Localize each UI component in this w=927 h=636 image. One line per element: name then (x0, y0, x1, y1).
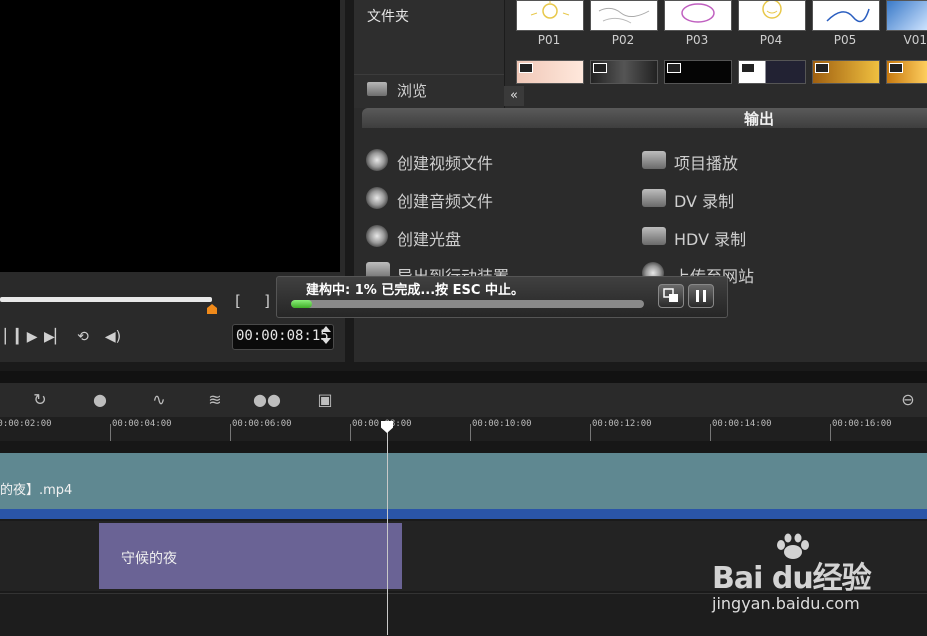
video-thumbnail[interactable] (590, 60, 658, 84)
video-thumbnail[interactable] (886, 60, 927, 84)
create-video-file-item[interactable]: 创建视频文件 (397, 150, 493, 174)
browse-icon (367, 82, 387, 96)
ruler-tick-label: 00:00:10:00 (472, 419, 532, 429)
create-audio-file-item[interactable]: 创建音频文件 (397, 188, 493, 212)
output-header (362, 108, 927, 128)
collapse-library-button[interactable]: « (504, 86, 524, 106)
ruler-tick (110, 424, 111, 441)
output-title: 输出 (744, 110, 775, 128)
ruler-tick-label: 00:00:14:00 (712, 419, 772, 429)
next-frame-icon[interactable]: ▎▶ (16, 327, 38, 347)
auto-music-icon[interactable]: ≋ (203, 389, 227, 411)
ruler-tick (230, 424, 231, 441)
film-icon (593, 63, 607, 73)
video-thumbnail[interactable] (738, 60, 806, 84)
ruler-tick-label: 00:00:06:00 (232, 419, 292, 429)
thumbnail-label: V01 (903, 33, 927, 47)
film-icon (815, 63, 829, 73)
video-thumbnail[interactable] (516, 60, 584, 84)
video-clip-label: 的夜】.mp4 (0, 483, 73, 498)
thumbnail-label: P04 (759, 33, 783, 47)
mark-in-button[interactable]: [ (233, 292, 242, 310)
timecode-up-arrow-icon[interactable] (321, 326, 331, 332)
repeat-icon[interactable]: ⟲ (73, 327, 93, 347)
audio-disc-icon (366, 187, 388, 209)
create-disc-item[interactable]: 创建光盘 (397, 226, 461, 250)
browse-label[interactable]: 浏览 (397, 80, 427, 101)
subtitle-editor-icon[interactable]: ▣ (313, 389, 337, 411)
thumbnail-label: P02 (611, 33, 635, 47)
progress-bar-fill (291, 300, 313, 308)
preview-scrubber[interactable] (0, 297, 212, 302)
thumbnail-p05[interactable] (812, 0, 880, 31)
camcorder-icon (642, 227, 666, 245)
ruler-tick (470, 424, 471, 441)
hdv-record-item[interactable]: HDV 录制 (674, 226, 746, 250)
pause-button[interactable] (688, 284, 714, 308)
watermark-brand: Bai du经验 (712, 561, 872, 596)
film-icon (667, 63, 681, 73)
thumbnail-p01[interactable] (516, 0, 584, 31)
ruler-tick-label: 00:00:02:00 (0, 419, 52, 429)
progress-bar (291, 300, 644, 308)
audio-mixer-icon[interactable]: ∿ (147, 389, 171, 411)
ruler-tick (710, 424, 711, 441)
zoom-out-icon[interactable]: ⊖ (896, 389, 920, 411)
film-icon (741, 63, 755, 73)
ruler-tick-label: 00:00:12:00 (592, 419, 652, 429)
timecode-value: 00:00:08:15 (236, 328, 329, 344)
record-capture-icon[interactable]: ● (88, 389, 112, 411)
timeline-toolbar (0, 383, 927, 417)
dv-record-item[interactable]: DV 录制 (674, 188, 734, 212)
ruler-separator (0, 441, 927, 453)
project-playback-item[interactable]: 项目播放 (674, 150, 738, 174)
video-thumbnail[interactable] (664, 60, 732, 84)
film-reel-icon (366, 149, 388, 171)
volume-icon[interactable]: ◀) (103, 327, 123, 347)
ruler-tick (350, 424, 351, 441)
thumbnail-p02[interactable] (590, 0, 658, 31)
video-track-audio-bar (0, 509, 927, 519)
thumbnail-label: P05 (833, 33, 857, 47)
camcorder-icon (642, 189, 666, 207)
preview-screen (0, 0, 340, 272)
thumbnail-label: P01 (537, 33, 561, 47)
watermark-url: jingyan.baidu.com (712, 594, 860, 613)
thumbnail-v01[interactable] (886, 0, 927, 31)
ruler-tick (590, 424, 591, 441)
disc-icon (366, 225, 388, 247)
redo-icon[interactable]: ↻ (28, 389, 52, 411)
overlay-clip-label: 守候的夜 (121, 551, 177, 567)
ruler-tick-label: 00:00:16:00 (832, 419, 892, 429)
end-icon[interactable]: ▶▏ (44, 327, 66, 347)
video-track-clip[interactable] (0, 453, 927, 509)
motion-tracking-icon[interactable]: ●● (253, 389, 281, 411)
render-preview-toggle-button[interactable] (658, 284, 684, 308)
ruler-tick (830, 424, 831, 441)
film-icon (519, 63, 533, 73)
folder-label[interactable]: 文件夹 (367, 6, 409, 26)
panel-divider[interactable] (0, 371, 927, 383)
project-play-icon (642, 151, 666, 169)
thumbnail-p03[interactable] (664, 0, 732, 31)
timecode-down-arrow-icon[interactable] (321, 338, 331, 344)
video-thumbnail[interactable] (812, 60, 880, 84)
ruler-tick-label: 00:00:04:00 (112, 419, 172, 429)
progress-status-text: 建构中: 1% 已完成...按 ESC 中止。 (306, 283, 524, 298)
film-icon (889, 63, 903, 73)
mark-out-button[interactable]: ] (263, 292, 272, 310)
playhead-line[interactable] (387, 430, 388, 635)
thumbnail-p04[interactable] (738, 0, 806, 31)
thumbnail-label: P03 (685, 33, 709, 47)
